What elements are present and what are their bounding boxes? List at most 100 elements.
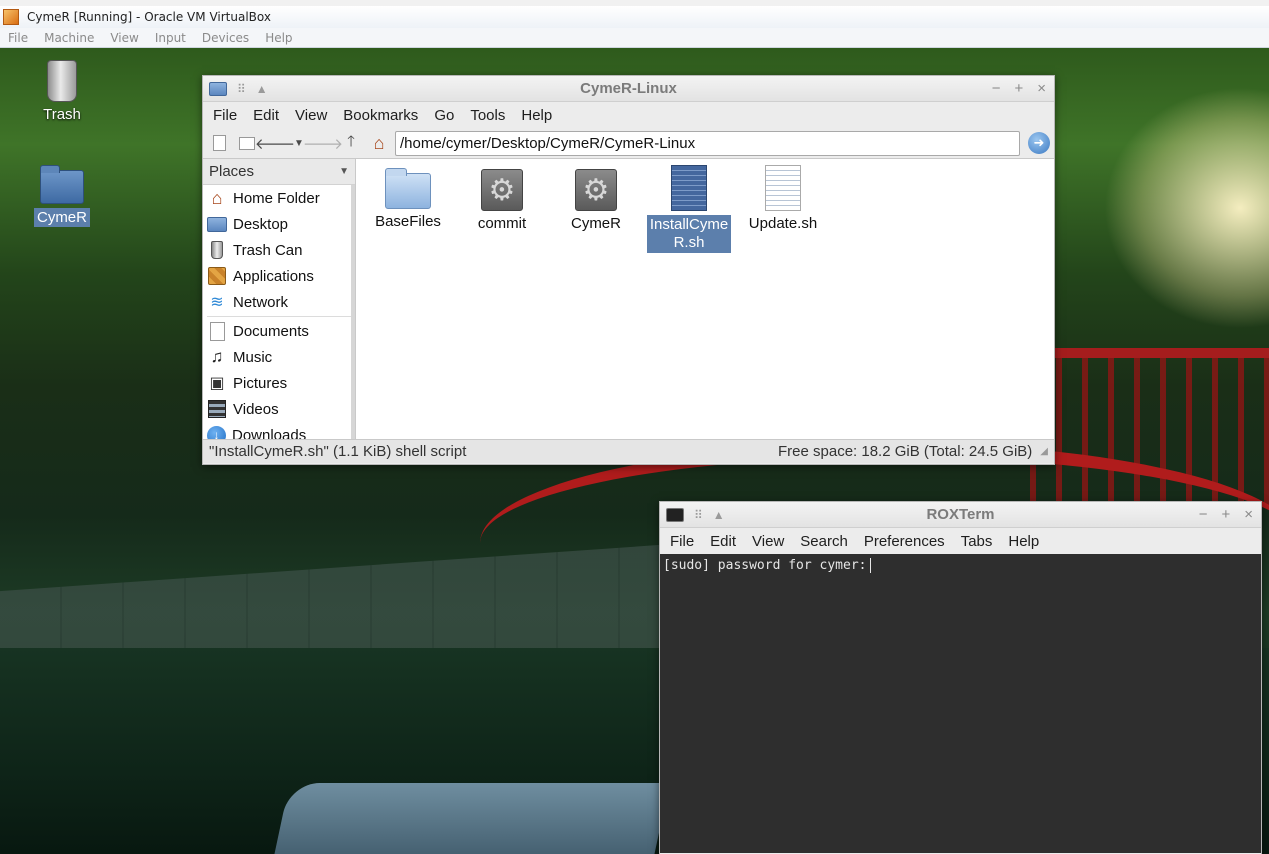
file-manager-body: Places ▼ ⌂ Home Folder Desktop Trash Can… [203, 158, 1054, 439]
file-item-cymer[interactable]: ⚙ CymeR [556, 165, 636, 232]
applications-icon [208, 267, 226, 285]
chevron-down-icon: ▼ [339, 166, 349, 177]
resize-grip-icon[interactable]: ◢ [1040, 446, 1048, 457]
vbox-menu-view[interactable]: View [110, 31, 138, 45]
file-label: CymeR [570, 215, 621, 232]
sidebar-item-desktop[interactable]: Desktop [203, 211, 355, 237]
location-input[interactable]: /home/cymer/Desktop/CymeR/CymeR-Linux [395, 130, 1020, 156]
maximize-button[interactable]: + [1014, 80, 1023, 97]
folder-icon [207, 216, 227, 232]
sidebar-item-label: Trash Can [233, 241, 303, 259]
file-manager-titlebar[interactable]: ⠿ ▲ CymeR-Linux − + × [203, 76, 1054, 102]
menu-view[interactable]: View [744, 533, 792, 550]
menu-tabs[interactable]: Tabs [953, 533, 1001, 550]
go-button[interactable]: ➜ [1028, 132, 1050, 154]
window-folder-icon[interactable] [209, 81, 227, 96]
sidebar-item-network[interactable]: ≋ Network [203, 289, 355, 315]
places-selector[interactable]: Places ▼ [203, 159, 355, 185]
menu-bookmarks[interactable]: Bookmarks [335, 107, 426, 124]
sidebar-item-downloads[interactable]: ↓ Downloads [203, 422, 355, 439]
new-tab-button[interactable] [207, 131, 231, 155]
terminal-titlebar[interactable]: ⠿ ▲ ROXTerm − + × [660, 502, 1261, 528]
terminal-menubar: File Edit View Search Preferences Tabs H… [660, 528, 1261, 554]
virtualbox-icon [3, 9, 19, 25]
file-manager-statusbar: "InstallCymeR.sh" (1.1 KiB) shell script… [203, 439, 1054, 463]
close-button[interactable]: × [1037, 80, 1046, 97]
menu-file[interactable]: File [205, 107, 245, 124]
menu-search[interactable]: Search [792, 533, 856, 550]
vbox-menu-devices[interactable]: Devices [202, 31, 249, 45]
terminal-icon[interactable] [666, 507, 684, 522]
menu-edit[interactable]: Edit [245, 107, 287, 124]
sticky-icon[interactable]: ⠿ [237, 82, 246, 96]
document-icon [209, 321, 225, 341]
file-item-commit[interactable]: ⚙ commit [462, 165, 542, 232]
up-button[interactable]: 🡑 [339, 131, 363, 155]
back-button[interactable]: 🡐 [255, 131, 295, 155]
sidebar-item-label: Home Folder [233, 189, 320, 207]
file-item-update-sh[interactable]: Update.sh [743, 165, 823, 232]
virtualbox-menubar: File Machine View Input Devices Help [0, 28, 1269, 48]
sidebar-divider [207, 316, 351, 317]
sidebar-scrollbar[interactable] [351, 185, 355, 439]
sidebar-item-label: Videos [233, 400, 279, 418]
desktop-icon-cymer-folder[interactable]: CymeR [27, 165, 97, 227]
sidebar-item-videos[interactable]: Videos [203, 396, 355, 422]
file-view[interactable]: BaseFiles ⚙ commit ⚙ CymeR InstallCyme R.… [356, 159, 1054, 439]
file-label: BaseFiles [375, 213, 441, 230]
new-window-icon [239, 136, 255, 150]
location-path: /home/cymer/Desktop/CymeR/CymeR-Linux [400, 134, 696, 152]
shade-up-icon[interactable]: ▲ [256, 82, 268, 96]
menu-view[interactable]: View [287, 107, 335, 124]
file-item-basefiles[interactable]: BaseFiles [368, 165, 448, 230]
minimize-button[interactable]: − [992, 80, 1001, 97]
menu-help[interactable]: Help [513, 107, 560, 124]
music-icon: ♫ [210, 347, 224, 366]
menu-file[interactable]: File [662, 533, 702, 550]
file-item-installcymer-sh[interactable]: InstallCyme R.sh [646, 165, 732, 253]
home-button[interactable]: ⌂ [367, 131, 391, 155]
menu-tools[interactable]: Tools [462, 107, 513, 124]
network-icon: ≋ [210, 294, 224, 311]
arrow-left-icon: 🡐 [254, 135, 296, 153]
menu-preferences[interactable]: Preferences [856, 533, 953, 550]
vbox-menu-help[interactable]: Help [265, 31, 292, 45]
places-title: Places [209, 163, 255, 180]
vbox-menu-file[interactable]: File [8, 31, 28, 45]
terminal-output[interactable]: [sudo] password for cymer: [660, 554, 1261, 853]
sidebar-item-home-folder[interactable]: ⌂ Home Folder [203, 185, 355, 211]
close-button[interactable]: × [1244, 506, 1253, 523]
sticky-icon[interactable]: ⠿ [694, 508, 703, 522]
desktop-icon-trash[interactable]: Trash [27, 60, 97, 123]
sidebar-item-documents[interactable]: Documents [203, 318, 355, 344]
sidebar-item-label: Downloads [232, 426, 307, 440]
sidebar-item-music[interactable]: ♫ Music [203, 344, 355, 370]
vbox-menu-machine[interactable]: Machine [44, 31, 94, 45]
shade-up-icon[interactable]: ▲ [713, 508, 725, 522]
trash-icon [211, 241, 223, 259]
script-icon [671, 165, 707, 211]
arrow-right-icon: 🡒 [302, 135, 344, 153]
terminal-prompt-line: [sudo] password for cymer: [663, 558, 867, 573]
sidebar-item-label: Desktop [233, 215, 289, 233]
file-label: InstallCyme R.sh [646, 215, 732, 253]
text-cursor [869, 558, 871, 573]
sidebar-item-pictures[interactable]: ▣ Pictures [203, 370, 355, 396]
vbox-menu-input[interactable]: Input [155, 31, 186, 45]
sidebar-item-applications[interactable]: Applications [203, 263, 355, 289]
menu-go[interactable]: Go [426, 107, 462, 124]
file-label-line: R.sh [673, 234, 705, 251]
forward-button[interactable]: 🡒 [303, 131, 343, 155]
videos-icon [208, 400, 226, 418]
file-label: Update.sh [748, 215, 818, 232]
maximize-button[interactable]: + [1221, 506, 1230, 523]
menu-help[interactable]: Help [1000, 533, 1047, 550]
new-tab-icon [212, 135, 226, 151]
script-icon [765, 165, 801, 211]
menu-edit[interactable]: Edit [702, 533, 744, 550]
home-icon: ⌂ [373, 132, 385, 153]
virtualbox-titlebar: CymeR [Running] - Oracle VM VirtualBox [0, 0, 1269, 28]
sidebar-item-trash-can[interactable]: Trash Can [203, 237, 355, 263]
minimize-button[interactable]: − [1199, 506, 1208, 523]
window-title: ROXTerm [926, 506, 995, 523]
